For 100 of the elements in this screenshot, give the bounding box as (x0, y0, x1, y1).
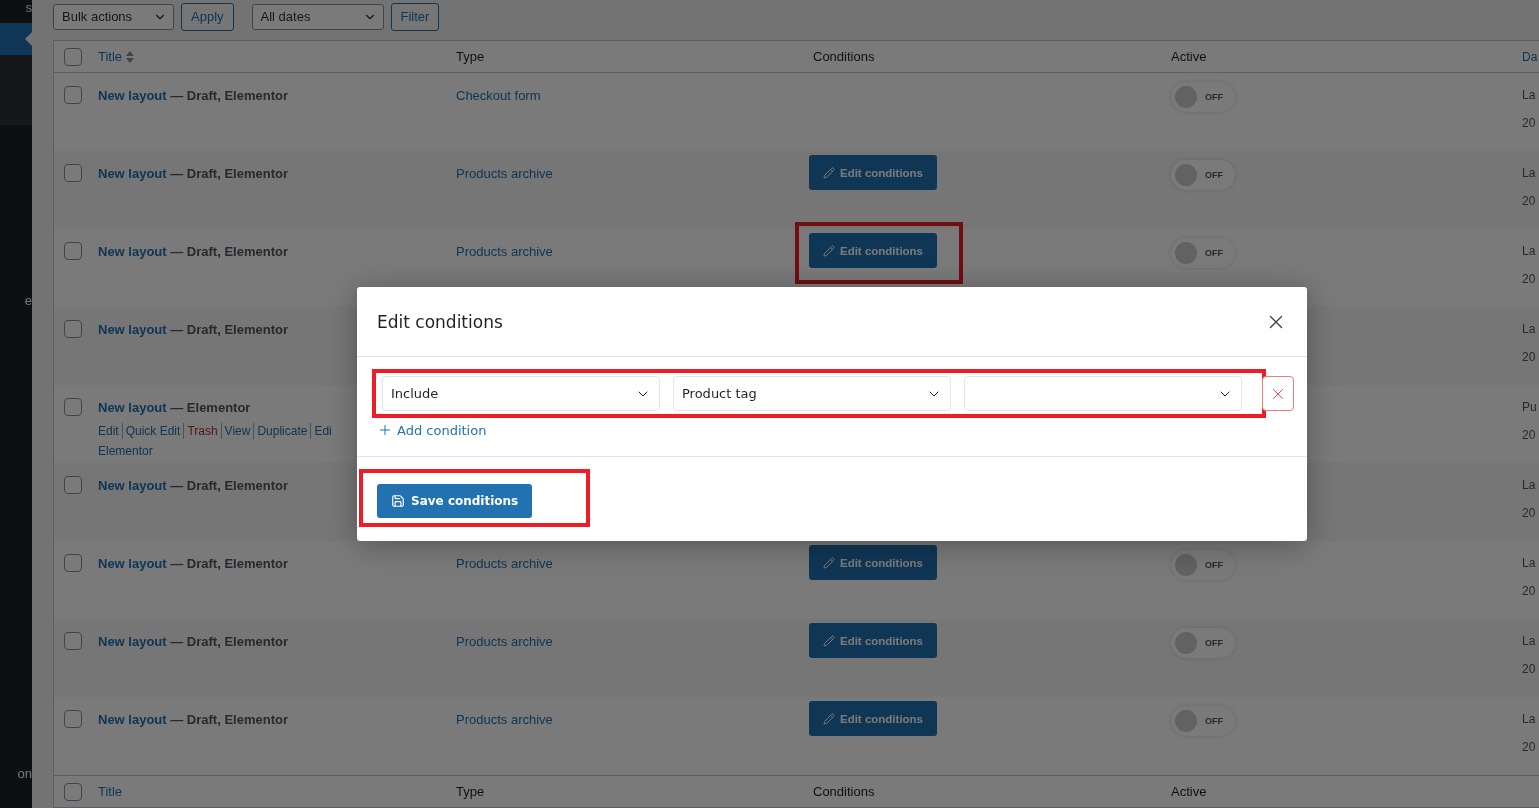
pencil-icon (822, 712, 835, 725)
title-link[interactable]: New layout (98, 322, 167, 337)
title-link[interactable]: New layout (98, 556, 167, 571)
date-text: Pu (1522, 399, 1537, 416)
type-link[interactable]: Products archive (456, 711, 553, 729)
sidebar-item[interactable]: on (0, 766, 32, 782)
type-link[interactable]: Products archive (456, 555, 553, 573)
column-header: Active (1171, 784, 1208, 799)
layout-title: New layout — Draft, Elementor (98, 633, 288, 651)
sort-icon (126, 50, 135, 63)
bulk-actions-select[interactable]: Bulk actions (53, 3, 174, 30)
apply-button[interactable]: Apply (181, 2, 234, 31)
select-all-checkbox[interactable] (64, 47, 82, 66)
plus-icon (377, 422, 393, 438)
add-condition-link[interactable]: Add condition (377, 422, 487, 438)
pencil-icon (822, 244, 835, 257)
date-text: La (1522, 633, 1536, 650)
column-header[interactable]: Da (1522, 49, 1539, 64)
date-text: 20 (1522, 193, 1536, 210)
active-toggle[interactable]: OFF (1171, 550, 1235, 580)
pencil-icon (822, 166, 835, 179)
edit-conditions-button[interactable]: Edit conditions (809, 233, 937, 268)
row-action-link[interactable]: View (220, 423, 254, 439)
title-link[interactable]: New layout (98, 400, 167, 415)
column-header: Conditions (813, 49, 876, 64)
active-toggle[interactable]: OFF (1171, 160, 1235, 190)
edit-conditions-button[interactable]: Edit conditions (809, 545, 937, 580)
condition-select[interactable]: Product tag (673, 376, 951, 411)
date-text: La (1522, 711, 1536, 728)
active-toggle[interactable]: OFF (1171, 706, 1235, 736)
column-header: Type (456, 49, 486, 64)
layout-title: New layout — Draft, Elementor (98, 165, 288, 183)
layout-title: New layout — Draft, Elementor (98, 87, 288, 105)
column-header: Type (456, 784, 486, 799)
column-header: Conditions (813, 784, 876, 799)
title-link[interactable]: New layout (98, 478, 167, 493)
title-link[interactable]: New layout (98, 166, 167, 181)
edit-conditions-button[interactable]: Edit conditions (809, 701, 937, 736)
pencil-icon (822, 634, 835, 647)
sidebar-submenu (0, 55, 32, 125)
active-toggle[interactable]: OFF (1171, 238, 1235, 268)
row-action-link[interactable]: Duplicate (253, 423, 311, 439)
row-checkbox[interactable] (64, 554, 82, 572)
type-link[interactable]: Checkout form (456, 87, 541, 105)
row-checkbox[interactable] (64, 320, 82, 338)
date-text: 20 (1522, 427, 1536, 444)
pencil-icon (822, 556, 835, 569)
edit-conditions-button[interactable]: Edit conditions (809, 155, 937, 190)
layout-title: New layout — Draft, Elementor (98, 321, 288, 339)
title-link[interactable]: New layout (98, 88, 167, 103)
layout-title: New layout — Draft, Elementor (98, 243, 288, 261)
select-all-checkbox[interactable] (64, 782, 82, 801)
row-action-link[interactable]: Edi (310, 423, 335, 439)
condition-select[interactable]: Include (382, 376, 660, 411)
condition-select[interactable] (964, 376, 1242, 411)
edit-conditions-button[interactable]: Edit conditions (809, 623, 937, 658)
title-link[interactable]: New layout (98, 244, 167, 259)
layout-title: New layout — Draft, Elementor (98, 477, 288, 495)
date-text: La (1522, 165, 1536, 182)
title-link[interactable]: New layout (98, 712, 167, 727)
type-link[interactable]: Products archive (456, 165, 553, 183)
column-header[interactable]: Title (98, 784, 456, 799)
row-action-link[interactable]: Trash (183, 423, 221, 439)
date-text: 20 (1522, 583, 1536, 600)
date-text: La (1522, 555, 1536, 572)
active-toggle[interactable]: OFF (1171, 628, 1235, 658)
row-checkbox[interactable] (64, 632, 82, 650)
date-text: 20 (1522, 271, 1536, 288)
title-link[interactable]: New layout (98, 634, 167, 649)
date-text: 20 (1522, 661, 1536, 678)
layout-title: New layout — Draft, Elementor (98, 555, 288, 573)
date-text: 20 (1522, 349, 1536, 366)
type-link[interactable]: Products archive (456, 243, 553, 261)
row-checkbox[interactable] (64, 164, 82, 182)
delete-condition-button[interactable] (1262, 376, 1294, 411)
row-checkbox[interactable] (64, 398, 82, 416)
date-text: La (1522, 477, 1536, 494)
row-checkbox[interactable] (64, 710, 82, 728)
row-checkbox[interactable] (64, 242, 82, 260)
date-text: 20 (1522, 739, 1536, 756)
date-text: 20 (1522, 115, 1536, 132)
row-action-link[interactable]: Edit (98, 423, 122, 439)
date-text: La (1522, 321, 1536, 338)
row-action-link[interactable]: Quick Edit (121, 423, 184, 439)
row-checkbox[interactable] (64, 86, 82, 104)
save-conditions-button[interactable]: Save conditions (377, 484, 533, 518)
column-header[interactable]: Title (98, 49, 456, 64)
layout-title: New layout — Draft, Elementor (98, 711, 288, 729)
row-checkbox[interactable] (64, 476, 82, 494)
sidebar-item[interactable]: e (0, 293, 32, 309)
sidebar-item[interactable]: s (0, 0, 32, 23)
date-text: La (1522, 87, 1536, 104)
type-link[interactable]: Products archive (456, 633, 553, 651)
filter-button[interactable]: Filter (390, 2, 440, 31)
date-text: 20 (1522, 505, 1536, 522)
row-action-link[interactable]: Elementor (98, 443, 153, 459)
date-text: La (1522, 243, 1536, 260)
dates-select[interactable]: All dates (251, 3, 384, 30)
sidebar-active-item[interactable] (0, 23, 32, 55)
active-toggle[interactable]: OFF (1171, 82, 1235, 112)
